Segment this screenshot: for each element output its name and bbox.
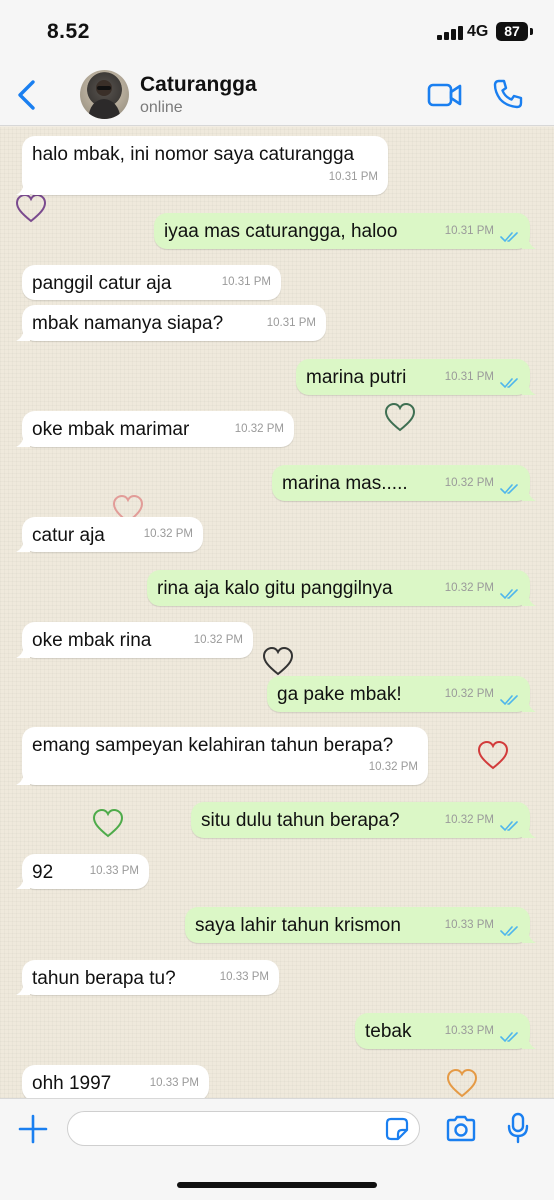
phone-icon[interactable] — [492, 78, 524, 110]
message-outgoing[interactable]: ga pake mbak! 10.32 PM — [267, 676, 536, 712]
message-text: ga pake mbak! — [277, 684, 402, 705]
message-text: emang sampeyan kelahiran tahun berapa? — [32, 735, 394, 756]
message-outgoing[interactable]: saya lahir tahun krismon 10.33 PM — [185, 907, 536, 943]
message-text: catur aja — [32, 525, 105, 546]
contact-name[interactable]: Caturangga — [140, 73, 257, 97]
message-time: 10.32 PM — [444, 688, 494, 700]
message-time: 10.32 PM — [234, 423, 284, 435]
message-time: 10.33 PM — [89, 865, 139, 877]
message-text: marina mas..... — [282, 473, 408, 494]
video-camera-icon[interactable] — [427, 82, 463, 108]
message-time: 10.31 PM — [266, 317, 316, 329]
message-outgoing[interactable]: marina putri 10.31 PM — [296, 359, 536, 395]
message-time: 10.32 PM — [444, 582, 494, 594]
network-type: 4G — [467, 23, 489, 40]
message-outgoing[interactable]: rina aja kalo gitu panggilnya 10.32 PM — [147, 570, 536, 606]
avatar[interactable] — [80, 70, 129, 119]
message-text: marina putri — [306, 367, 407, 388]
message-text: oke mbak marimar — [32, 419, 190, 440]
message-incoming[interactable]: tahun berapa tu? 10.33 PM — [16, 960, 279, 995]
composer-bar — [0, 1098, 554, 1200]
chat-area[interactable]: halo mbak, ini nomor saya caturangga 10.… — [0, 127, 554, 1098]
double-check-icon — [500, 484, 518, 495]
message-text: iyaa mas caturangga, haloo — [164, 221, 398, 242]
camera-icon[interactable] — [445, 1115, 477, 1142]
message-text: situ dulu tahun berapa? — [201, 810, 400, 831]
message-time: 10.32 PM — [444, 814, 494, 826]
message-time: 10.33 PM — [444, 1025, 494, 1037]
heart-icon — [92, 808, 124, 838]
message-outgoing[interactable]: situ dulu tahun berapa? 10.32 PM — [191, 802, 536, 838]
heart-icon — [446, 1068, 478, 1098]
message-time: 10.33 PM — [444, 919, 494, 931]
message-text: oke mbak rina — [32, 630, 152, 651]
plus-icon[interactable] — [18, 1114, 48, 1144]
message-time: 10.32 PM — [193, 634, 243, 646]
contact-status: online — [140, 99, 183, 116]
message-time: 10.31 PM — [221, 276, 271, 288]
heart-icon — [477, 740, 509, 770]
message-time: 10.33 PM — [219, 971, 269, 983]
message-outgoing[interactable]: marina mas..... 10.32 PM — [272, 465, 536, 501]
message-time: 10.32 PM — [444, 477, 494, 489]
message-text: saya lahir tahun krismon — [195, 915, 401, 936]
battery-tip — [530, 28, 533, 35]
home-indicator — [177, 1182, 377, 1188]
message-text: 92 — [32, 862, 54, 883]
double-check-icon — [500, 695, 518, 706]
message-text: ohh 1997 — [32, 1073, 112, 1094]
message-text: halo mbak, ini nomor saya caturangga — [32, 144, 355, 165]
message-incoming[interactable]: emang sampeyan kelahiran tahun berapa? 1… — [16, 727, 428, 785]
double-check-icon — [500, 589, 518, 600]
message-time: 10.32 PM — [368, 761, 418, 773]
message-text: rina aja kalo gitu panggilnya — [157, 578, 393, 599]
status-bar: 8.52 4G 87 — [0, 0, 554, 64]
heart-icon — [384, 402, 416, 432]
double-check-icon — [500, 1032, 518, 1043]
double-check-icon — [500, 821, 518, 832]
heart-icon — [15, 193, 47, 223]
chat-header: Caturangga online — [0, 64, 554, 126]
message-time: 10.33 PM — [149, 1077, 199, 1089]
message-outgoing[interactable]: tebak 10.33 PM — [355, 1013, 536, 1049]
signal-icon — [437, 26, 465, 40]
message-time: 10.32 PM — [143, 528, 193, 540]
message-text: tahun berapa tu? — [32, 968, 176, 989]
message-incoming[interactable]: oke mbak rina 10.32 PM — [16, 622, 253, 658]
microphone-icon[interactable] — [506, 1112, 530, 1144]
message-text: panggil catur aja — [32, 273, 172, 294]
message-incoming[interactable]: halo mbak, ini nomor saya caturangga 10.… — [16, 136, 388, 195]
message-text: mbak namanya siapa? — [32, 313, 224, 334]
sticker-icon[interactable] — [385, 1117, 409, 1141]
chevron-left-icon[interactable] — [14, 78, 40, 112]
message-incoming[interactable]: mbak namanya siapa? 10.31 PM — [16, 305, 326, 341]
message-incoming[interactable]: catur aja 10.32 PM — [16, 517, 203, 552]
message-incoming[interactable]: panggil catur aja 10.31 PM — [22, 265, 281, 300]
message-time: 10.31 PM — [444, 225, 494, 237]
status-time: 8.52 — [47, 20, 90, 43]
message-incoming[interactable]: 92 10.33 PM — [16, 854, 149, 889]
message-text: tebak — [365, 1021, 412, 1042]
message-incoming[interactable]: ohh 1997 10.33 PM — [22, 1065, 209, 1098]
message-time: 10.31 PM — [444, 371, 494, 383]
heart-icon — [262, 646, 294, 676]
double-check-icon — [500, 926, 518, 937]
double-check-icon — [500, 378, 518, 389]
message-incoming[interactable]: oke mbak marimar 10.32 PM — [16, 411, 294, 447]
message-outgoing[interactable]: iyaa mas caturangga, haloo 10.31 PM — [154, 213, 536, 249]
battery-icon: 87 — [496, 22, 528, 41]
message-input[interactable] — [67, 1111, 420, 1146]
double-check-icon — [500, 232, 518, 243]
message-time: 10.31 PM — [328, 171, 378, 183]
